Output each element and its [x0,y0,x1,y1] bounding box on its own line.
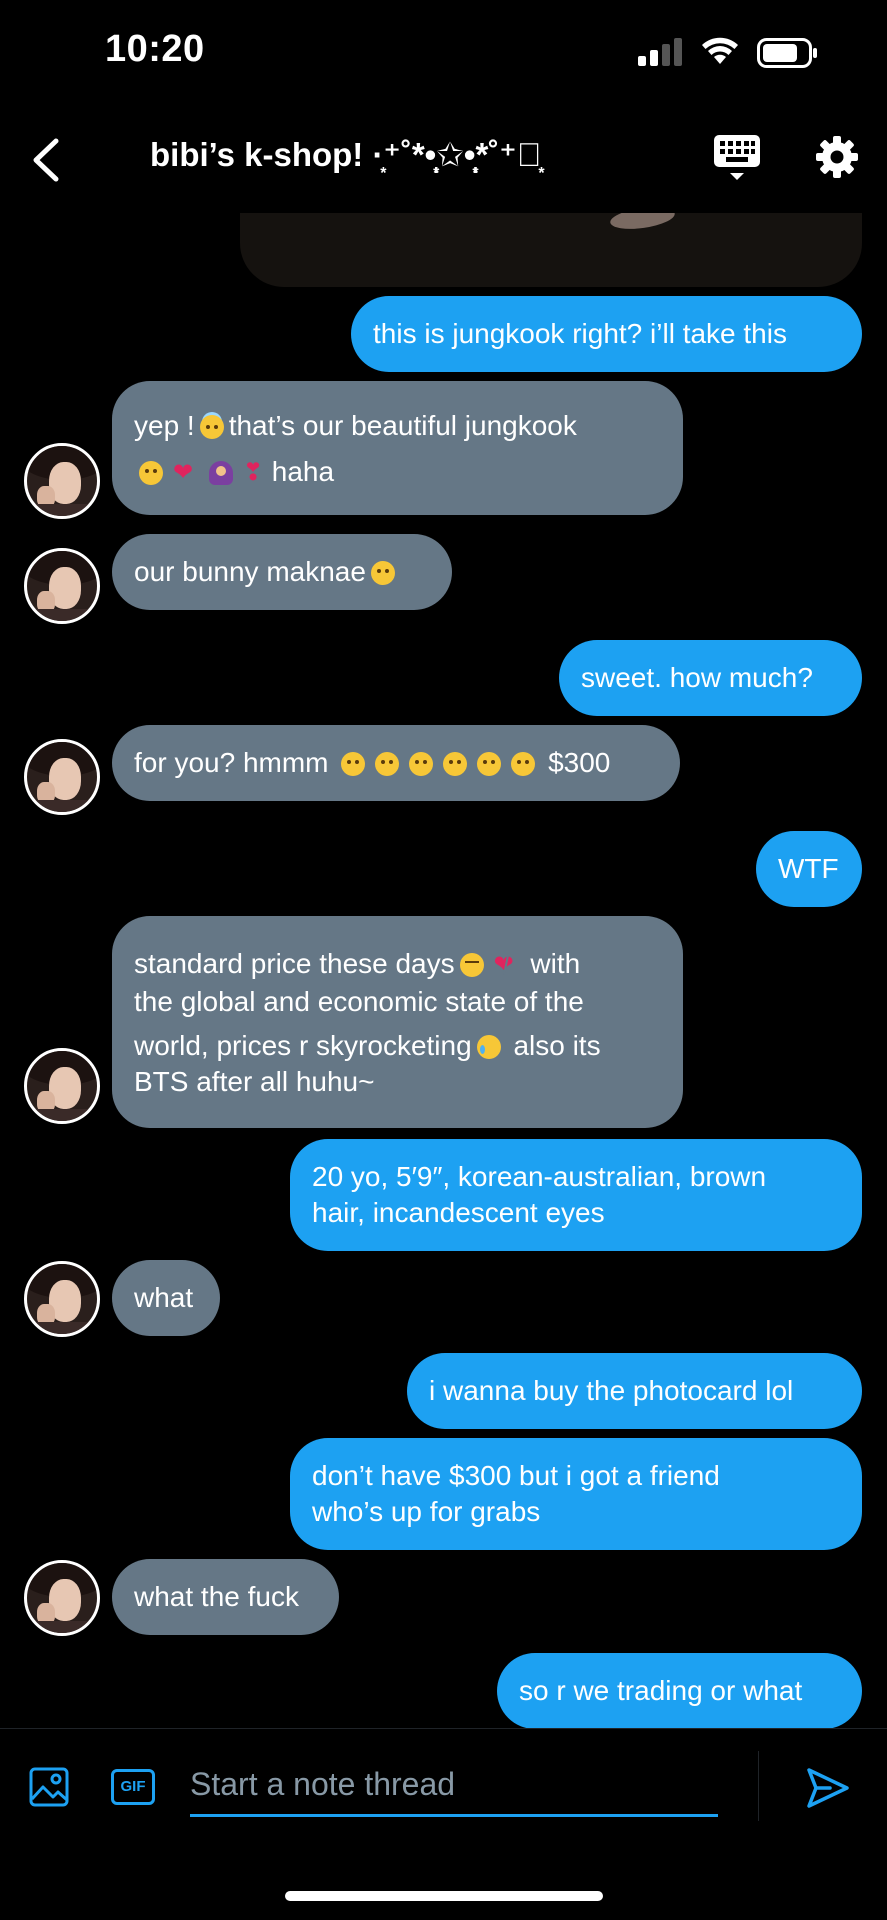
message-text: what the fuck [134,1581,299,1612]
message-text: this is jungkook right? i’ll take this [373,318,787,349]
avatar[interactable] [24,548,100,624]
message-text: who’s up for grabs [312,1496,541,1527]
message-text: i wanna buy the photocard lol [429,1375,794,1406]
conversation-header: bibi’s k-shop! ·͙⁺˚*•̩̩͙✩•̩̩͙*˚⁺‧͙ [0,115,887,215]
message-text: world, prices r skyrocketing [134,1030,472,1061]
note-thread-input[interactable]: Start a note thread [190,1759,718,1817]
outgoing-message[interactable]: WTF [756,831,862,907]
gear-icon[interactable] [815,135,859,179]
keyboard-icon[interactable] [714,135,760,183]
message-text: what [134,1282,194,1313]
chevron-left-icon[interactable] [28,135,64,185]
message-text: yep ! [134,410,195,441]
face-savoring-food-icon [139,461,163,485]
outgoing-message[interactable]: sweet. how much? [559,640,862,716]
shared-image-message[interactable] [240,213,862,287]
image-icon[interactable] [29,1767,69,1807]
message-text: hair, incandescent eyes [312,1197,605,1228]
dm-conversation-screen: 10:20 bibi’s k-shop! ·͙⁺˚*•̩̩͙✩•̩̩͙*˚⁺‧͙ [0,0,887,1920]
avatar[interactable] [24,1560,100,1636]
outgoing-message[interactable]: so r we trading or what [497,1653,862,1728]
incoming-message[interactable]: our bunny maknae [112,534,452,610]
outgoing-message[interactable]: i wanna buy the photocard lol [407,1353,862,1429]
outgoing-message[interactable]: this is jungkook right? i’ll take this [351,296,862,372]
pleading-face-icon [370,561,395,585]
avatar[interactable] [24,739,100,815]
composer-divider [758,1751,759,1821]
home-indicator[interactable] [285,1891,603,1901]
cellular-signal-icon [638,38,684,66]
incoming-message[interactable]: for you? hmmm $300 [112,725,680,801]
incoming-message[interactable]: standard price these days with the globa… [112,916,683,1128]
gif-icon[interactable]: GIF [111,1769,155,1805]
message-text: $300 [548,747,611,778]
avatar[interactable] [24,443,100,519]
message-text: BTS after all huhu~ [134,1066,375,1097]
message-text: so r we trading or what [519,1675,803,1706]
message-text: 20 yo, 5′9″, korean-australian, brown [312,1161,767,1192]
message-text: the global and economic state of the [134,986,584,1017]
face-with-rolling-eyes-icon [477,752,502,776]
message-text: don’t have $300 but i got a friend [312,1460,720,1491]
broken-heart-icon [494,953,518,977]
face-with-rolling-eyes-icon [511,752,536,776]
incoming-message[interactable]: yep ! that’s our beautiful jungkook haha [112,381,683,515]
face-with-rolling-eyes-icon [341,752,366,776]
message-text: sweet. how much? [581,662,813,693]
incoming-message[interactable]: what [112,1260,220,1336]
face-with-rolling-eyes-icon [375,752,400,776]
outgoing-message[interactable]: 20 yo, 5′9″, korean-australian, brown ha… [290,1139,862,1251]
conversation-title[interactable]: bibi’s k-shop! ·͙⁺˚*•̩̩͙✩•̩̩͙*˚⁺‧͙ [150,135,541,174]
outgoing-message[interactable]: don’t have $300 but i got a friend who’s… [290,1438,862,1550]
message-list[interactable]: this is jungkook right? i’ll take this y… [0,213,887,1728]
message-text: haha [271,456,335,487]
message-text: standard price these days [134,948,455,979]
face-with-rolling-eyes-icon [409,752,434,776]
message-text: with [530,948,581,979]
battery-icon [757,38,817,68]
message-text: our bunny maknae [134,556,366,587]
avatar[interactable] [24,1261,100,1337]
smiling-face-with-halo-icon [199,415,224,439]
message-text: for you? hmmm [134,747,329,778]
status-bar: 10:20 [0,0,887,100]
heart-exclamation-icon [243,461,263,485]
crying-face-icon [476,1035,501,1059]
confounded-face-icon [459,953,484,977]
send-icon[interactable] [806,1767,850,1809]
face-with-rolling-eyes-icon [443,752,468,776]
status-time: 10:20 [105,28,205,70]
heart-icon [173,461,199,485]
message-text: that’s our beautiful jungkook [228,410,577,441]
message-composer: GIF Start a note thread [0,1728,887,1838]
message-text: also its [513,1030,601,1061]
wifi-icon [702,37,738,64]
person-icon [209,461,233,485]
incoming-message[interactable]: what the fuck [112,1559,339,1635]
message-text: WTF [778,853,839,884]
avatar[interactable] [24,1048,100,1124]
